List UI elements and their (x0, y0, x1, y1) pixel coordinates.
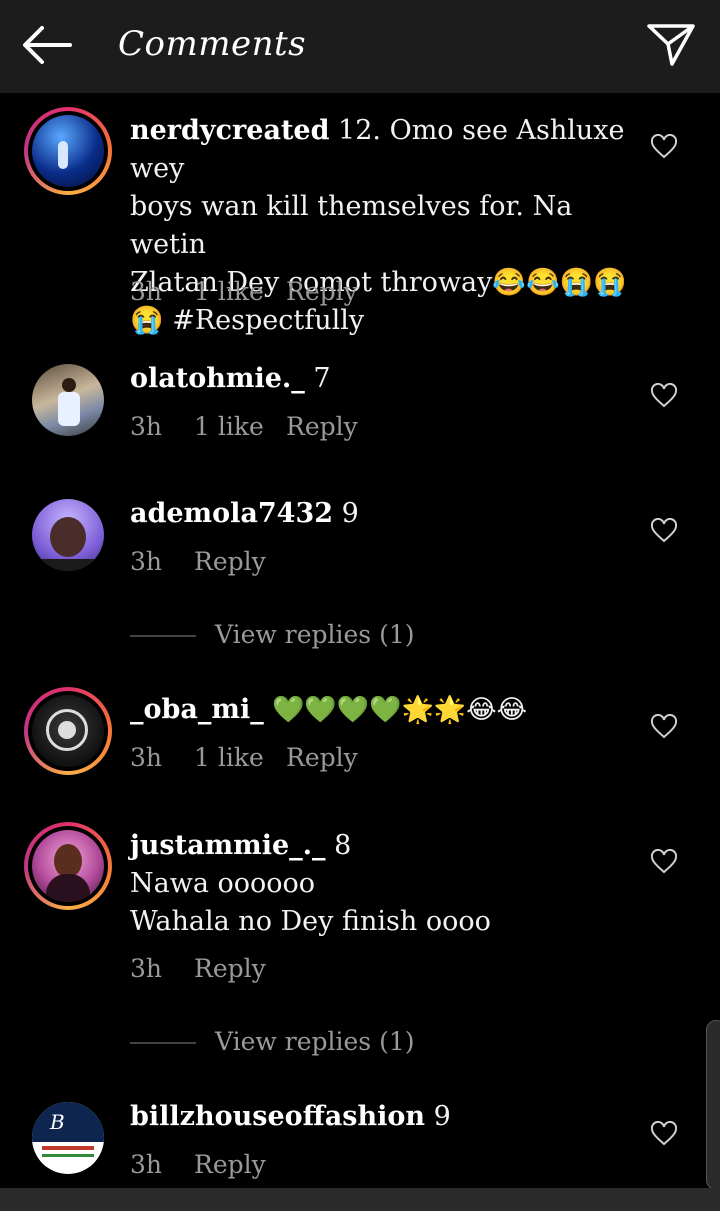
comment-body: 9 (333, 498, 359, 529)
reply-button[interactable]: Reply (286, 743, 358, 772)
avatar[interactable] (24, 687, 112, 775)
view-replies-label: View replies (1) (215, 1027, 415, 1056)
comment-meta: 3h Reply (130, 547, 266, 576)
view-replies-button[interactable]: View replies (1) (130, 620, 430, 650)
send-button[interactable] (644, 20, 698, 70)
heart-icon[interactable] (650, 134, 678, 160)
back-arrow-icon (23, 26, 72, 64)
scroll-handle[interactable] (706, 1020, 720, 1190)
divider (130, 635, 196, 637)
comment-body: 7 (304, 363, 331, 394)
view-replies-label: View replies (1) (215, 620, 415, 649)
bottom-bar (0, 1188, 720, 1211)
comment-meta: 3h 1 like Reply (130, 277, 358, 306)
page-title: Comments (118, 24, 307, 64)
comment-meta: 3h Reply (130, 1150, 266, 1179)
comment-time: 3h (130, 547, 163, 576)
reply-button[interactable]: Reply (286, 412, 358, 441)
avatar[interactable] (24, 107, 112, 195)
comment-body: boys wan kill themselves for. Na wetin (130, 191, 573, 260)
comment-body: 9 (425, 1101, 451, 1132)
like-count[interactable]: 1 like (194, 743, 286, 772)
like-count[interactable]: 1 like (194, 277, 286, 306)
avatar[interactable] (24, 822, 112, 910)
comment-username[interactable]: olatohmie._ (130, 363, 305, 394)
comment-username[interactable]: ademola7432 (130, 498, 333, 529)
comment-meta: 3h 1 like Reply (130, 743, 358, 772)
comment-text: olatohmie._ 7 (130, 360, 630, 398)
comment-text: ademola7432 9 (130, 495, 630, 533)
divider (130, 1042, 196, 1044)
heart-icon[interactable] (650, 1121, 678, 1147)
reply-button[interactable]: Reply (194, 954, 266, 983)
comment-body: 😭 #Respectfully (130, 305, 365, 336)
comment-meta: 3h 1 like Reply (130, 412, 358, 441)
comment-time: 3h (130, 277, 163, 306)
logo-mark: B (50, 1110, 65, 1134)
heart-icon[interactable] (650, 518, 678, 544)
like-count[interactable]: 1 like (194, 412, 286, 441)
comment-time: 3h (130, 1150, 163, 1179)
comment-username[interactable]: billzhouseoffashion (130, 1101, 425, 1132)
reply-button[interactable]: Reply (286, 277, 358, 306)
back-button[interactable] (20, 22, 74, 68)
comment-username[interactable]: justammie_._ (130, 830, 326, 861)
comment-username[interactable]: nerdycreated (130, 115, 329, 146)
comment-body: Wahala no Dey finish oooo (130, 906, 491, 937)
heart-icon[interactable] (650, 849, 678, 875)
send-icon (647, 24, 695, 66)
comment-meta: 3h Reply (130, 954, 266, 983)
comment-body: 💚💚💚💚🌟🌟😂😂 (263, 695, 527, 725)
heart-icon[interactable] (650, 714, 678, 740)
comment-body: Nawa oooooo (130, 868, 316, 899)
comment-text: billzhouseoffashion 9 (130, 1098, 630, 1136)
comment-time: 3h (130, 412, 163, 441)
comment-time: 3h (130, 743, 163, 772)
comment-time: 3h (130, 954, 163, 983)
avatar[interactable] (32, 364, 104, 436)
heart-icon[interactable] (650, 383, 678, 409)
avatar[interactable]: B (32, 1102, 104, 1174)
comment-username[interactable]: _oba_mi_ (130, 694, 264, 725)
comment-text: _oba_mi_ 💚💚💚💚🌟🌟😂😂 (130, 691, 630, 729)
comment-body: 8 (325, 830, 352, 861)
top-bar: Comments (0, 0, 720, 93)
reply-button[interactable]: Reply (194, 547, 266, 576)
reply-button[interactable]: Reply (194, 1150, 266, 1179)
comment-text: justammie_._ 8 Nawa oooooo Wahala no Dey… (130, 827, 630, 941)
view-replies-button[interactable]: View replies (1) (130, 1027, 430, 1057)
avatar[interactable] (32, 499, 104, 571)
